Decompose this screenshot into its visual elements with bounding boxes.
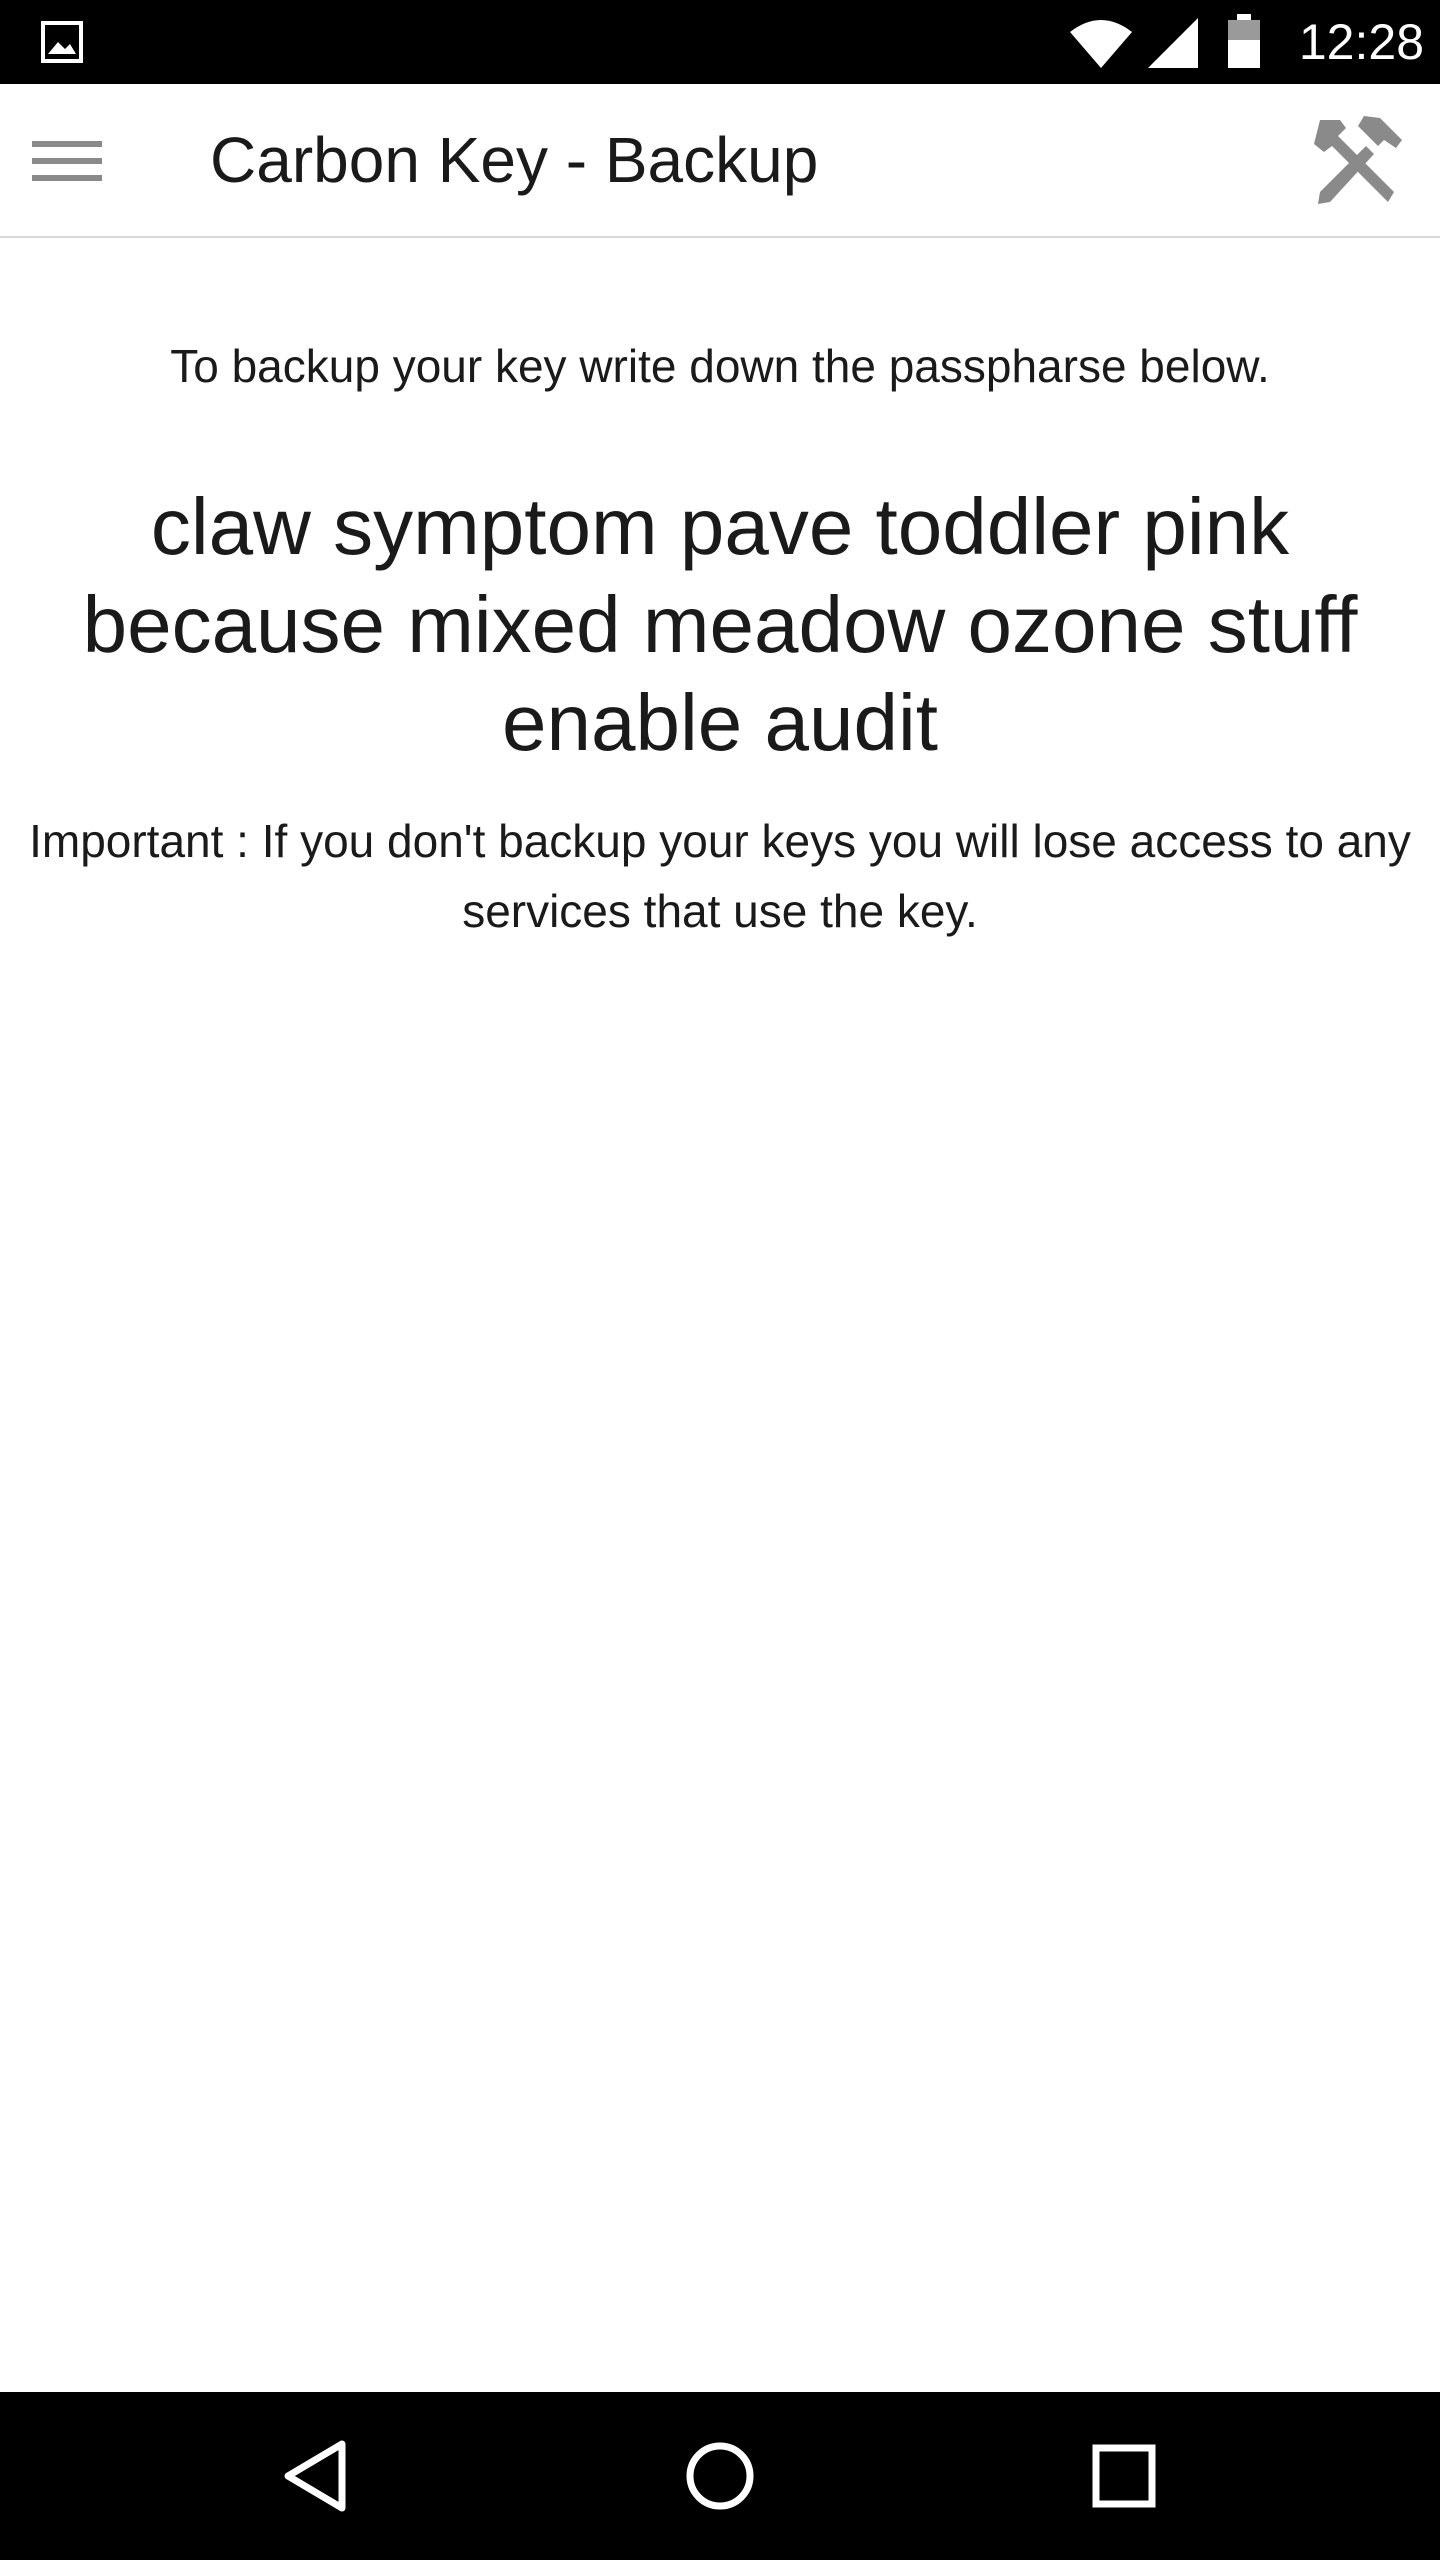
wifi-icon [1070, 20, 1132, 68]
tools-icon[interactable] [1306, 110, 1408, 212]
page-title: Carbon Key - Backup [210, 124, 819, 196]
navigation-bar [0, 2392, 1440, 2560]
backup-warning: Important : If you don't backup your key… [29, 815, 1411, 937]
battery-icon [1228, 14, 1260, 68]
recents-icon[interactable] [1080, 2432, 1168, 2520]
app-bar: Carbon Key - Backup [0, 84, 1440, 238]
backup-instruction: To backup your key write down the passph… [170, 340, 1270, 392]
signal-icon [1148, 18, 1198, 68]
clock: 12:28 [1298, 14, 1424, 70]
back-icon[interactable] [272, 2432, 360, 2520]
status-bar: 12:28 [0, 0, 1440, 84]
home-icon[interactable] [676, 2432, 764, 2520]
passphrase-text: claw symptom pave toddler pink because m… [82, 482, 1358, 767]
gallery-icon [41, 21, 83, 63]
hamburger-menu-icon[interactable] [20, 121, 118, 201]
